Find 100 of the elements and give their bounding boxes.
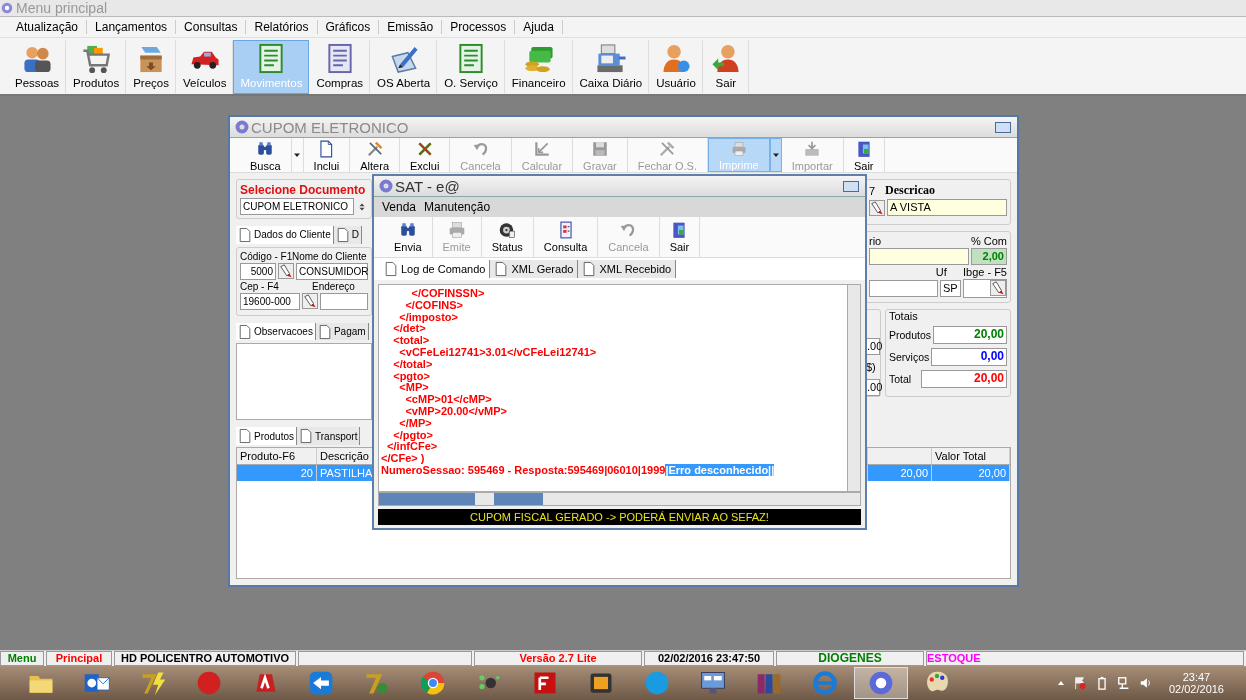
- toolbar-button[interactable]: Sair: [702, 40, 749, 94]
- lookup-button[interactable]: [990, 280, 1006, 296]
- menu-item[interactable]: Gráficos: [317, 20, 380, 34]
- field-label: Descricao: [885, 183, 935, 198]
- field-label: rio: [869, 235, 882, 247]
- menu-item[interactable]: Relatórios: [246, 20, 318, 34]
- seller-field[interactable]: [869, 248, 969, 265]
- vertical-scrollbar[interactable]: [847, 285, 860, 491]
- toolbar-button[interactable]: OS Aberta: [370, 40, 438, 94]
- restore-button[interactable]: [995, 122, 1011, 133]
- tab[interactable]: Observacoes: [236, 322, 316, 341]
- toolbar-button[interactable]: Pessoas: [8, 40, 67, 94]
- toolbar-button[interactable]: Caixa Diário: [572, 40, 650, 94]
- toolbar-button[interactable]: Preços: [126, 40, 176, 94]
- field-label: Nome do Cliente: [292, 250, 367, 262]
- caret-icon: [293, 151, 302, 159]
- tab[interactable]: XML Gerado: [490, 260, 579, 278]
- toolbar-button[interactable]: Sair: [659, 217, 701, 257]
- field-label: $): [866, 361, 876, 373]
- lookup-button[interactable]: [278, 263, 294, 280]
- toolbar-button[interactable]: O. Serviço: [437, 40, 505, 94]
- toolbar-button[interactable]: Consulta: [533, 217, 599, 257]
- window-title: Menu principal: [16, 0, 108, 16]
- state-field[interactable]: SP: [940, 280, 961, 297]
- menu-item[interactable]: Processos: [442, 20, 516, 34]
- group-title: Totais: [889, 310, 919, 322]
- commission-field[interactable]: 2,00: [971, 248, 1007, 265]
- disc-icon: [498, 221, 517, 239]
- toolbar-button[interactable]: Sair: [843, 138, 885, 172]
- log-line: </total>: [392, 358, 434, 371]
- page-icon: [238, 226, 252, 243]
- cep-field[interactable]: 19600-000: [240, 292, 300, 310]
- restore-button[interactable]: [843, 181, 859, 192]
- menu-item[interactable]: Consultas: [176, 20, 247, 34]
- menu-item[interactable]: Venda: [378, 200, 421, 214]
- log-line: </CFe> ): [381, 453, 426, 465]
- code-field[interactable]: 5000: [240, 262, 276, 280]
- toolbar-button[interactable]: Inclui: [303, 138, 351, 172]
- toolbar-button[interactable]: Produtos: [66, 40, 127, 94]
- tab[interactable]: D: [333, 226, 362, 244]
- toolbar-button[interactable]: Envia: [384, 217, 433, 257]
- toolbar-button[interactable]: Exclui: [400, 138, 451, 172]
- ibge-field[interactable]: [963, 279, 1007, 298]
- log-line: </det>: [392, 323, 426, 336]
- status-panel: Principal: [46, 651, 112, 666]
- log-line: <vCFeLei12741>3.01</vCFeLei12741>: [398, 347, 598, 359]
- notes-area[interactable]: [236, 343, 372, 421]
- tab[interactable]: Transport: [297, 427, 361, 445]
- lookup-button[interactable]: [869, 199, 885, 216]
- status-message: CUPOM FISCAL GERADO -> PODERÁ ENVIAR AO SEFAZ!: [378, 509, 861, 525]
- toolbar-button[interactable]: Busca: [240, 138, 292, 172]
- globe-icon: [811, 669, 839, 697]
- field-label: % Com: [970, 235, 1007, 247]
- lookup-button[interactable]: [302, 293, 318, 310]
- table-cell: 20: [237, 465, 317, 481]
- status-panel: Versão 2.7 Lite: [474, 651, 642, 666]
- flashlight-icon: [279, 264, 293, 279]
- field-label: Endereço: [312, 280, 355, 292]
- address-field[interactable]: [869, 280, 938, 297]
- gear-icon: [0, 1, 14, 15]
- tab[interactable]: Produtos: [236, 427, 298, 445]
- menu-item[interactable]: Manutenção: [420, 200, 495, 214]
- menu-item[interactable]: Lançamentos: [87, 20, 177, 34]
- address-field[interactable]: [320, 292, 368, 310]
- document-select[interactable]: CUPOM ELETRONICO: [240, 198, 354, 215]
- log-line: <pgto>: [392, 370, 431, 383]
- browser-icon: [419, 669, 447, 697]
- status-panel: DIOGENES: [776, 651, 924, 666]
- total-field: 20,00: [921, 370, 1007, 388]
- toolbar-button[interactable]: Altera: [350, 138, 400, 172]
- tab[interactable]: XML Recebido: [578, 260, 677, 278]
- toolbar-button[interactable]: Usuário: [649, 40, 703, 94]
- toolbar-button[interactable]: Financeiro: [504, 40, 573, 94]
- taskbar-button[interactable]: [854, 667, 908, 699]
- client-name-field[interactable]: CONSUMIDOR: [296, 262, 368, 280]
- window-title: CUPOM ELETRONICO: [251, 118, 409, 136]
- tab[interactable]: Pagam: [315, 322, 369, 341]
- clock-time: 23:47: [1182, 671, 1211, 683]
- caret-icon: [1056, 679, 1065, 687]
- status-panel: ESTOQUE: [926, 651, 1244, 666]
- description-field[interactable]: A VISTA: [887, 199, 1007, 216]
- log-line: </MP>: [398, 417, 433, 430]
- tab[interactable]: Dados do Cliente: [236, 226, 334, 244]
- log-line: </COFINSSN>: [410, 288, 486, 300]
- status-panel: Menu: [0, 651, 44, 666]
- binoculars-icon: [398, 221, 417, 239]
- page-icon: [238, 323, 252, 340]
- log-line: </COFINS>: [404, 299, 464, 312]
- menu-item[interactable]: Emissão: [379, 20, 443, 34]
- field-label: Cep - F4: [240, 280, 280, 292]
- page-icon: [494, 261, 509, 277]
- clock-date: 02/02/2016: [1168, 683, 1224, 695]
- circle-icon: [643, 669, 671, 697]
- flag-icon: [1072, 676, 1087, 690]
- menu-item[interactable]: Ajuda: [515, 20, 563, 34]
- toolbar-button[interactable]: Compras: [309, 40, 371, 94]
- log-line: </imposto>: [398, 311, 460, 324]
- horizontal-scrollbar[interactable]: [378, 492, 861, 506]
- menu-item[interactable]: Atualização: [8, 20, 88, 34]
- toolbar-button[interactable]: Status: [481, 217, 534, 257]
